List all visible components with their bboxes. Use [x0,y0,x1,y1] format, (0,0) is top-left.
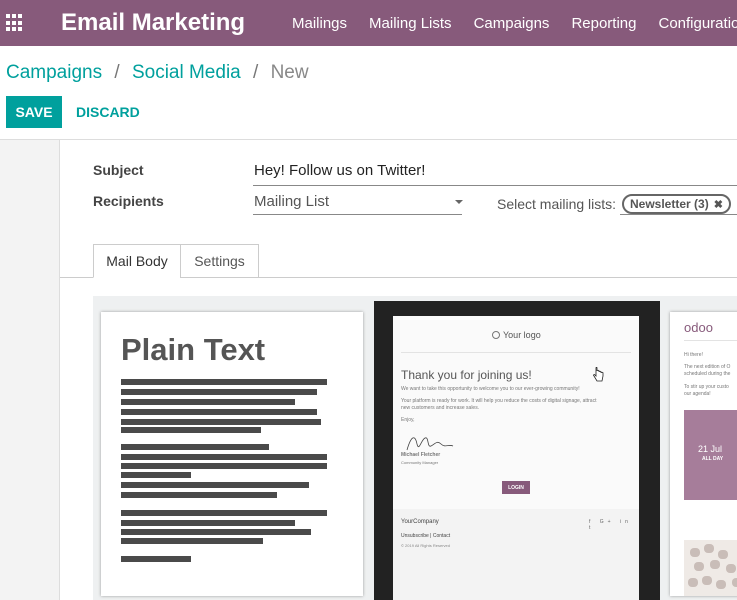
template-plain-text[interactable]: Plain Text [101,312,363,596]
text-line-placeholder [121,510,327,516]
welcome-text-2: Your platform is ready for work. It will… [401,398,597,404]
text-line-placeholder [121,419,321,425]
plain-text-title: Plain Text [121,332,266,367]
breadcrumb-separator: / [253,62,259,83]
subject-label: Subject [93,162,144,178]
template-welcome[interactable]: Your logo Thank you for joining us! We w… [374,301,660,600]
breadcrumb-social-media[interactable]: Social Media [132,62,241,83]
form-left-background [0,140,60,600]
tab-mail-body[interactable]: Mail Body [93,244,181,278]
subject-underline [253,185,737,186]
text-line-placeholder [121,520,295,526]
menu-item-reporting[interactable]: Reporting [571,15,636,32]
social-icons: f G+ in t [589,519,632,531]
text-line-placeholder [121,399,295,405]
hand-cursor-icon [593,367,604,382]
breadcrumb-separator: / [114,62,120,83]
remove-tag-icon[interactable]: ✖ [714,198,723,211]
welcome-logo: Your logo [492,330,541,340]
text-line-placeholder [121,427,261,433]
logo-icon [492,331,500,339]
welcome-text-3: new customers and increase sales. [401,405,480,411]
mailing-list-tag[interactable]: Newsletter (3) ✖ [622,194,731,214]
event-text-2: scheduled during the [684,371,731,377]
subject-input[interactable]: Hey! Follow us on Twitter! [254,162,425,179]
event-image [684,540,737,596]
apps-menu-icon[interactable] [6,14,24,32]
breadcrumb-current: New [270,62,309,83]
divider [401,352,631,353]
text-line-placeholder [121,482,309,488]
text-line-placeholder [121,444,269,450]
event-text-3: To stir up your custo [684,384,729,390]
welcome-logo-text: Your logo [503,330,541,340]
recipients-underline [253,214,462,215]
footer-company: YourCompany [401,519,439,525]
top-navbar: Email Marketing Mailings Mailing Lists C… [0,0,737,46]
save-button[interactable]: SAVE [6,96,62,128]
breadcrumb: Campaigns / Social Media / New [6,62,309,84]
event-text-4: our agenda! [684,391,711,397]
footer-unsubscribe: Unsubscribe | Contact [401,533,451,539]
breadcrumb-campaigns[interactable]: Campaigns [6,62,102,83]
text-line-placeholder [121,556,191,562]
text-line-placeholder [121,389,317,395]
mailing-list-tag-label: Newsletter (3) [630,197,709,211]
template-gallery: Plain Text Your logo Thank you for joini… [93,296,737,600]
welcome-heading: Thank you for joining us! [401,368,532,382]
event-date-sub: ALL DAY [702,456,724,462]
chevron-down-icon[interactable] [455,200,463,204]
odoo-logo: odoo [684,320,713,335]
text-line-placeholder [121,463,327,469]
welcome-preview: Your logo Thank you for joining us! We w… [393,316,639,600]
recipients-select[interactable]: Mailing List [254,193,462,215]
event-text-1: The next edition of O [684,364,731,370]
text-line-placeholder [121,379,327,385]
menu-item-campaigns[interactable]: Campaigns [474,15,550,32]
event-greeting: Hi there! [684,352,703,358]
main-menu: Mailings Mailing Lists Campaigns Reporti… [292,15,737,32]
welcome-footer: YourCompany f G+ in t Unsubscribe | Cont… [393,509,639,600]
event-date: 21 Jul [698,444,723,454]
menu-item-mailing-lists[interactable]: Mailing Lists [369,15,452,32]
text-line-placeholder [121,472,191,478]
app-title: Email Marketing [61,9,246,36]
tab-settings[interactable]: Settings [180,244,259,278]
welcome-text-4: Enjoy, [401,417,415,423]
menu-item-mailings[interactable]: Mailings [292,15,347,32]
footer-rights: © 2019 All Rights Reserved [401,543,450,548]
control-panel-divider [0,139,737,140]
divider [684,340,737,341]
welcome-text-1: We want to take this opportunity to welc… [401,386,580,392]
text-line-placeholder [121,409,317,415]
template-event[interactable]: odoo Hi there! The next edition of O sch… [670,312,737,596]
signer-name: Michael Fletcher [401,452,441,458]
menu-item-configuration[interactable]: Configuration [658,15,737,32]
signer-role: Community Manager [401,460,439,465]
recipients-label: Recipients [93,193,164,209]
text-line-placeholder [121,492,277,498]
text-line-placeholder [121,529,311,535]
event-date-block: 21 Jul ALL DAY [684,410,737,500]
text-line-placeholder [121,454,327,460]
mailing-lists-underline [620,214,737,215]
login-button-preview: LOGIN [502,481,530,494]
mailing-lists-label: Select mailing lists: [497,196,617,212]
text-line-placeholder [121,538,263,544]
discard-button[interactable]: DISCARD [76,104,140,120]
signature-image [406,437,454,451]
